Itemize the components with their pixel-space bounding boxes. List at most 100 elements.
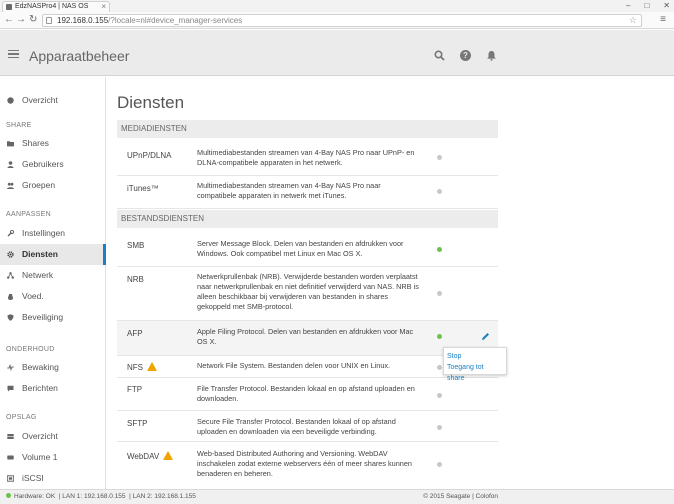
sidebar-item-shares[interactable]: Shares — [0, 133, 106, 154]
sidebar-item-groepen[interactable]: Groepen — [0, 175, 106, 196]
browser-tab[interactable]: EdzNASPro4 | NAS OS × — [2, 1, 110, 12]
iscsi-icon — [7, 475, 14, 482]
sidebar-item-instellingen[interactable]: Instellingen — [0, 223, 106, 244]
sidebar-item-label: Overzicht — [22, 95, 58, 105]
service-name: WebDAV — [127, 450, 174, 461]
service-name: AFP — [127, 329, 143, 338]
sidebar: Overzicht SHARE Shares Gebruikers Groepe… — [0, 77, 106, 489]
sidebar-item-overzicht[interactable]: Overzicht — [0, 90, 106, 111]
service-name: SFTP — [127, 419, 148, 428]
sidebar-item-label: Instellingen — [22, 228, 66, 238]
service-row-sftp[interactable]: SFTP Secure File Transfer Protocol. Best… — [117, 411, 498, 442]
status-indicator[interactable] — [437, 425, 442, 430]
service-row-nrb[interactable]: NRB Netwerkprullenbak (NRB). Verwijderde… — [117, 267, 498, 321]
status-indicator[interactable] — [437, 291, 442, 296]
reload-icon[interactable]: ↻ — [29, 14, 37, 26]
status-left: Hardware: OK | LAN 1: 192.168.0.155 | LA… — [6, 490, 196, 504]
menu-item-stop[interactable]: Stop — [447, 351, 503, 362]
sidebar-item-label: Shares — [22, 138, 49, 148]
service-description: Multimediabestanden streamen van 4-Bay N… — [197, 181, 381, 200]
service-description: Apple Filing Protocol. Delen van bestand… — [197, 327, 414, 346]
copyright[interactable]: © 2015 Seagate | Colofon — [423, 490, 498, 504]
status-indicator[interactable] — [437, 247, 442, 252]
hardware-status-icon — [6, 493, 11, 498]
service-name: iTunes™ — [127, 184, 159, 193]
status-indicator[interactable] — [437, 393, 442, 398]
sidebar-item-label: Gebruikers — [22, 159, 64, 169]
status-indicator[interactable] — [437, 334, 442, 339]
address-bar[interactable]: 192.168.0.155/?locale=nl#device_manager-… — [42, 14, 642, 27]
maximize-icon[interactable]: □ — [644, 0, 649, 12]
status-indicator[interactable] — [437, 462, 442, 467]
service-name: NRB — [127, 275, 144, 284]
service-description: Network File System. Bestanden delen voo… — [197, 361, 391, 370]
section-header-files: BESTANDSDIENSTEN — [117, 210, 498, 228]
sidebar-item-bewaking[interactable]: Bewaking — [0, 357, 106, 378]
sidebar-item-netwerk[interactable]: Netwerk — [0, 265, 106, 286]
sidebar-item-label: Netwerk — [22, 270, 54, 280]
service-row-afp[interactable]: AFP Apple Filing Protocol. Delen van bes… — [117, 321, 498, 356]
app-header: Apparaatbeheer ? — [0, 30, 674, 76]
browser-toolbar: ← → ↻ 192.168.0.155/?locale=nl#device_ma… — [0, 12, 674, 29]
browser-menu-icon[interactable]: ≡ — [660, 15, 666, 25]
notifications-bell-icon[interactable] — [486, 50, 497, 61]
status-indicator[interactable] — [437, 189, 442, 194]
service-row-nfs[interactable]: NFS Network File System. Bestanden delen… — [117, 356, 498, 378]
messages-icon — [7, 385, 14, 392]
service-row-upnp[interactable]: UPnP/DLNA Multimediabestanden streamen v… — [117, 139, 498, 176]
sidebar-section-aanpassen: AANPASSEN — [6, 211, 51, 218]
minimize-icon[interactable]: – — [626, 0, 630, 12]
sidebar-item-label: Diensten — [22, 249, 58, 259]
service-description: Server Message Block. Delen van bestande… — [197, 239, 404, 258]
sidebar-item-label: Berichten — [22, 383, 58, 393]
service-name: SMB — [127, 241, 145, 250]
service-row-smb[interactable]: SMB Server Message Block. Delen van best… — [117, 229, 498, 267]
main-content: Diensten MEDIADIENSTEN UPnP/DLNA Multime… — [107, 77, 674, 489]
service-row-webdav[interactable]: WebDAV Web-based Distributed Authoring a… — [117, 442, 498, 486]
page-title: Diensten — [117, 93, 185, 112]
sidebar-section-share: SHARE — [6, 122, 32, 129]
page-icon — [46, 17, 52, 24]
service-description: Multimediabestanden streamen van 4-Bay N… — [197, 148, 415, 167]
folder-icon — [7, 141, 14, 147]
sidebar-item-label: Bewaking — [22, 362, 59, 372]
status-indicator[interactable] — [437, 365, 442, 370]
sidebar-item-beveiliging[interactable]: Beveiliging — [0, 307, 106, 328]
close-window-icon[interactable]: ✕ — [663, 0, 670, 12]
window-controls: – □ ✕ — [626, 0, 670, 12]
sidebar-section-onderhoud: ONDERHOUD — [6, 346, 55, 353]
sidebar-item-voed[interactable]: Voed. — [0, 286, 106, 307]
address-host: 192.168.0.155 — [57, 16, 109, 25]
help-icon[interactable]: ? — [460, 50, 471, 61]
power-icon — [8, 294, 13, 300]
overview-icon — [7, 97, 14, 104]
sidebar-item-gebruikers[interactable]: Gebruikers — [0, 154, 106, 175]
browser-titlebar: EdzNASPro4 | NAS OS × – □ ✕ — [0, 0, 674, 12]
back-icon[interactable]: ← — [4, 14, 14, 26]
shield-icon — [7, 314, 14, 321]
search-icon[interactable] — [434, 50, 445, 61]
volume-icon — [7, 455, 14, 460]
warning-icon — [163, 451, 174, 460]
service-row-ftp[interactable]: FTP File Transfer Protocol. Bestanden lo… — [117, 378, 498, 411]
app-title: Apparaatbeheer — [29, 48, 130, 64]
service-name: UPnP/DLNA — [127, 151, 172, 160]
tab-close-icon[interactable]: × — [101, 2, 106, 12]
sidebar-item-diensten[interactable]: Diensten — [0, 244, 106, 265]
service-row-itunes[interactable]: iTunes™ Multimediabestanden streamen van… — [117, 176, 498, 209]
sidebar-item-label: iSCSI — [22, 473, 44, 483]
menu-item-share-access[interactable]: Toegang tot share — [447, 362, 503, 384]
edit-pencil-icon[interactable] — [481, 332, 490, 341]
sidebar-item-berichten[interactable]: Berichten — [0, 378, 106, 399]
bookmark-star-icon[interactable]: ☆ — [629, 15, 637, 26]
status-bar: Hardware: OK | LAN 1: 192.168.0.155 | LA… — [0, 489, 674, 504]
forward-icon[interactable]: → — [16, 14, 26, 26]
service-name: NFS — [127, 361, 157, 372]
sidebar-item-opslag-overzicht[interactable]: Overzicht — [0, 426, 106, 447]
sidebar-item-volume-1[interactable]: Volume 1 — [0, 447, 106, 468]
hamburger-menu-icon[interactable] — [8, 50, 19, 58]
sidebar-item-iscsi[interactable]: iSCSI — [0, 468, 106, 489]
favicon-icon — [6, 4, 12, 10]
status-indicator[interactable] — [437, 155, 442, 160]
hardware-status: Hardware: OK — [14, 493, 56, 500]
